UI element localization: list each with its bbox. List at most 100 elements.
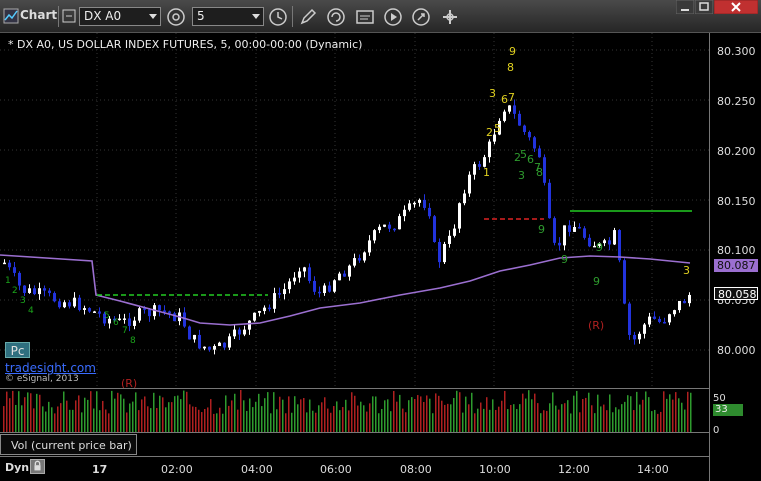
candle-body <box>328 285 331 292</box>
chart-symbol-header: * DX A0, US DOLLAR INDEX FUTURES, 5, 00:… <box>8 38 363 51</box>
link-icon[interactable] <box>62 9 76 23</box>
toolbar-divider <box>292 6 293 27</box>
close-icon[interactable] <box>714 0 758 14</box>
sequence-count-label: (R) <box>121 377 137 388</box>
volume-bar <box>450 404 452 432</box>
zoom-lock-icon[interactable] <box>30 459 45 474</box>
symbol-combo[interactable]: DX A0 <box>79 7 161 26</box>
candle-body <box>368 240 371 253</box>
volume-bar <box>438 395 440 432</box>
candle-body <box>648 316 651 325</box>
volume-bar <box>675 392 677 432</box>
candle-body <box>393 228 396 231</box>
candle-body <box>403 209 406 217</box>
volume-bar <box>288 396 290 432</box>
sequence-count-small: 1 <box>5 276 11 286</box>
volume-bar <box>504 390 506 432</box>
volume-bar <box>417 395 419 432</box>
pencil-icon[interactable] <box>298 7 318 27</box>
volume-bar <box>492 399 494 432</box>
play-icon[interactable] <box>383 7 403 27</box>
volume-bar <box>669 394 671 432</box>
volume-bar <box>222 413 224 432</box>
volume-bar <box>261 406 263 432</box>
candle-body <box>198 334 201 349</box>
sequence-count-small: 2 <box>12 286 18 296</box>
price-tick: 80.200 <box>717 145 756 158</box>
time-tick: 04:00 <box>241 463 273 476</box>
price-tick: 80.100 <box>717 244 756 257</box>
volume-bar <box>594 413 596 432</box>
target-icon[interactable] <box>411 7 431 27</box>
volume-bar <box>231 400 233 432</box>
volume-bar <box>663 391 665 432</box>
volume-bar <box>210 399 212 432</box>
volume-bar <box>624 401 626 432</box>
volume-bar <box>243 400 245 432</box>
candle-body <box>223 342 226 348</box>
volume-bar <box>612 412 614 432</box>
sequence-count-label: 9 <box>593 275 600 288</box>
volume-bar <box>318 405 320 432</box>
volume-bar <box>585 397 587 432</box>
candle-body <box>678 300 681 311</box>
candle-body <box>278 293 281 295</box>
volume-bar <box>588 392 590 432</box>
refresh-icon[interactable] <box>326 7 346 27</box>
volume-study-label[interactable]: Vol (current price bar) <box>0 434 137 455</box>
volume-bar <box>411 397 413 432</box>
candle-body <box>348 265 351 277</box>
volume-bar <box>630 396 632 432</box>
candle-body <box>378 226 381 231</box>
volume-bar <box>234 393 236 432</box>
volume-bar <box>219 407 221 432</box>
candle-body <box>603 240 606 244</box>
sequence-count-label: 9 <box>596 241 603 254</box>
time-axis[interactable]: 17 02:00 04:00 06:00 08:00 10:00 12:00 1… <box>0 456 709 481</box>
maximize-icon[interactable] <box>695 0 713 14</box>
volume-bar <box>684 409 686 432</box>
chevron-down-icon[interactable] <box>252 14 260 19</box>
volume-bar <box>333 406 335 432</box>
volume-bar <box>414 399 416 432</box>
candle-body <box>133 320 136 326</box>
time-template-icon[interactable] <box>268 7 288 27</box>
candle-body <box>618 230 621 261</box>
candle-body <box>683 300 686 304</box>
chevron-down-icon[interactable] <box>149 14 157 19</box>
candle-body <box>688 294 691 304</box>
volume-bar <box>81 412 83 432</box>
volume-bar <box>108 413 110 432</box>
volume-bar <box>399 394 401 432</box>
candle-body <box>98 311 101 314</box>
interval-combo[interactable]: 5 <box>192 7 264 26</box>
volume-bar <box>360 401 362 432</box>
volume-bar <box>444 404 446 432</box>
crosshair-icon[interactable] <box>440 7 460 27</box>
sequence-count-label: 5 <box>520 148 527 161</box>
volume-bar <box>390 411 392 432</box>
price-chart-pane[interactable]: 9 8 3 6 7 2 5 1 2 5 6 7 8 3 9 9 9 9 3 (R) (R) 1 2 3 4 5 6 7 8 <box>0 33 709 390</box>
price-chart-canvas[interactable]: 983 6 72 512 5 678399993(R)(R)1234 5678 <box>0 33 709 390</box>
interval-settings-icon[interactable] <box>166 7 186 27</box>
volume-bar <box>6 391 8 432</box>
price-tick: 80.250 <box>717 95 756 108</box>
candle-body <box>553 218 556 243</box>
volume-bar <box>447 403 449 432</box>
candle-body <box>248 320 251 330</box>
volume-pane[interactable] <box>0 388 709 433</box>
brand-link[interactable]: tradesight.com <box>5 361 96 375</box>
volume-bar <box>441 400 443 432</box>
volume-bar <box>285 413 287 432</box>
data-window-icon[interactable] <box>355 7 375 27</box>
pc-button[interactable]: Pc <box>5 342 30 358</box>
candle-body <box>583 228 586 238</box>
minimize-icon[interactable] <box>676 0 694 14</box>
candle-body <box>613 230 616 245</box>
candle-body <box>493 134 496 142</box>
candle-body <box>363 252 366 261</box>
volume-bar <box>603 404 605 432</box>
volume-bar <box>507 409 509 432</box>
volume-bar <box>294 396 296 432</box>
candle-body <box>238 329 241 335</box>
